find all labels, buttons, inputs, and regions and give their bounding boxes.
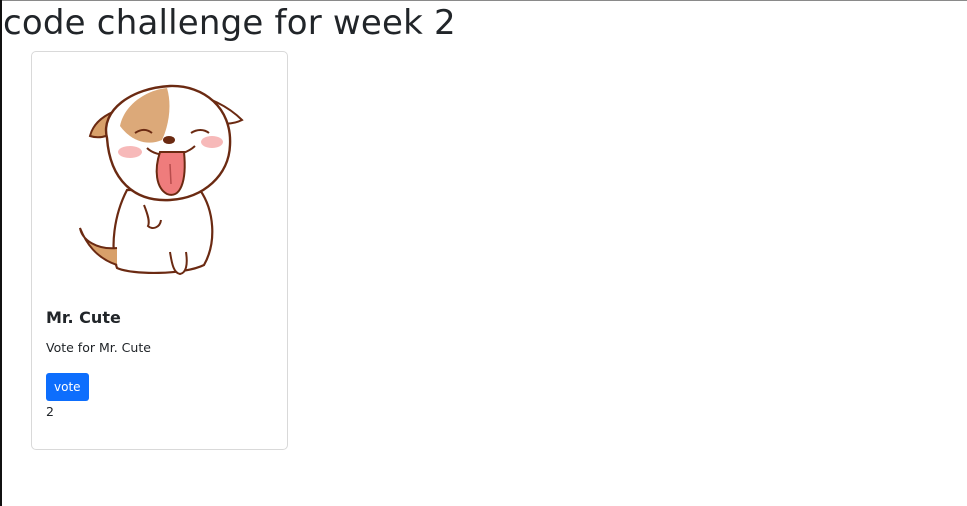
left-border <box>0 0 2 506</box>
vote-count: 2 <box>46 404 54 419</box>
puppy-image <box>79 84 244 276</box>
candidate-card: Mr. Cute Vote for Mr. Cute vote 2 <box>31 51 288 450</box>
page-title: code challenge for week 2 <box>3 3 456 43</box>
card-text: Vote for Mr. Cute <box>46 340 151 355</box>
card-title: Mr. Cute <box>46 308 121 327</box>
top-border <box>0 0 967 1</box>
vote-button[interactable]: vote <box>46 373 89 401</box>
